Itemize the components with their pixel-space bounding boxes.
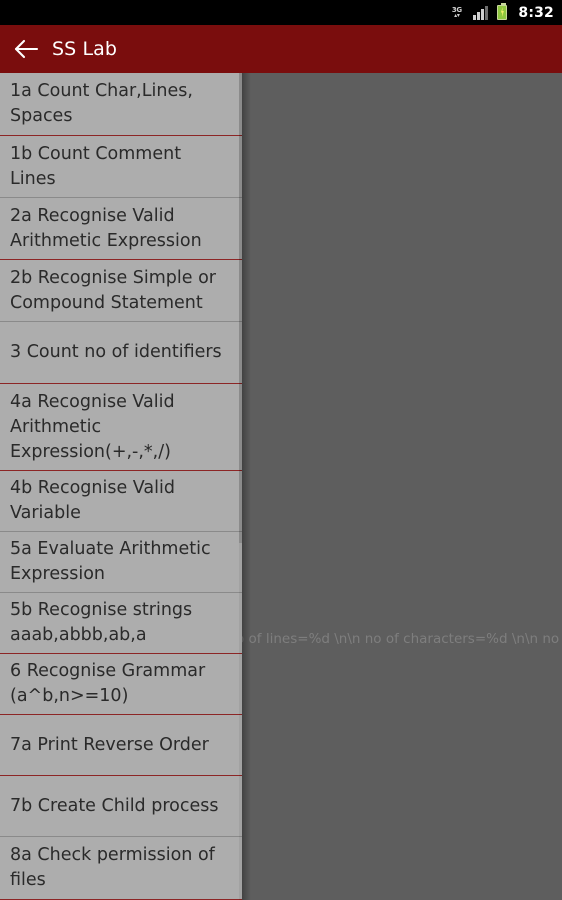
background-output-text: o of lines=%d \n\n no of characters=%d \… bbox=[236, 631, 560, 647]
drawer-item[interactable]: 5a Evaluate Arithmetic Expression bbox=[0, 532, 242, 592]
drawer-item-label: 8a Check permission of files bbox=[10, 845, 215, 890]
drawer-item-label: 1a Count Char,Lines, Spaces bbox=[10, 81, 193, 126]
drawer-item-label: 3 Count no of identifiers bbox=[10, 342, 222, 362]
drawer-item[interactable]: 6 Recognise Grammar (a^b,n>=10) bbox=[0, 654, 242, 714]
drawer-item[interactable]: 2a Recognise Valid Arithmetic Expression bbox=[0, 198, 242, 259]
drawer-item-label: 4b Recognise Valid Variable bbox=[10, 478, 175, 523]
drawer-item-label: 5b Recognise strings aaab,abbb,ab,a bbox=[10, 600, 193, 645]
drawer-item[interactable]: 1b Count Comment Lines bbox=[0, 136, 242, 197]
drawer-scrollbar-thumb[interactable] bbox=[239, 73, 242, 543]
drawer-item[interactable]: 5b Recognise strings aaab,abbb,ab,a bbox=[0, 593, 242, 653]
navigation-drawer[interactable]: 1a Count Char,Lines, Spaces 1b Count Comm… bbox=[0, 73, 242, 900]
drawer-item-label: 1b Count Comment Lines bbox=[10, 143, 182, 189]
drawer-item[interactable]: 4a Recognise Valid Arithmetic Expression… bbox=[0, 384, 242, 470]
drawer-item-label: 2a Recognise Valid Arithmetic Expression bbox=[10, 205, 202, 251]
drawer-scrollbar-track[interactable] bbox=[239, 73, 242, 900]
app-bar: SS Lab bbox=[0, 25, 562, 73]
drawer-item-list: 1a Count Char,Lines, Spaces 1b Count Comm… bbox=[0, 73, 242, 900]
page-title: SS Lab bbox=[52, 38, 118, 60]
drawer-item[interactable]: 1a Count Char,Lines, Spaces bbox=[0, 73, 242, 135]
status-bar-clock: 8:32 bbox=[518, 4, 554, 21]
drawer-item[interactable]: 4b Recognise Valid Variable bbox=[0, 471, 242, 531]
drawer-item[interactable]: 2b Recognise Simple or Compound Statemen… bbox=[0, 260, 242, 321]
drawer-item-label: 5a Evaluate Arithmetic Expression bbox=[10, 539, 211, 584]
drawer-item-label: 2b Recognise Simple or Compound Statemen… bbox=[10, 267, 217, 313]
signal-bars-icon bbox=[472, 5, 489, 20]
drawer-item[interactable]: 3 Count no of identifiers bbox=[0, 322, 242, 383]
drawer-item-label: 6 Recognise Grammar (a^b,n>=10) bbox=[10, 661, 206, 706]
drawer-item[interactable]: 8a Check permission of files bbox=[0, 837, 242, 899]
drawer-item[interactable]: 7b Create Child process bbox=[0, 776, 242, 836]
back-arrow-icon[interactable] bbox=[0, 25, 52, 73]
drawer-item-label: 7a Print Reverse Order bbox=[10, 734, 209, 755]
drawer-item-label: 7b Create Child process bbox=[10, 795, 219, 816]
drawer-item-label: 4a Recognise Valid Arithmetic Expression… bbox=[10, 391, 175, 462]
drawer-item[interactable]: 7a Print Reverse Order bbox=[0, 715, 242, 775]
mobile-data-icon: 3G ▴▾ bbox=[451, 5, 462, 19]
status-bar: 3G ▴▾ 8:32 bbox=[0, 0, 562, 25]
battery-icon bbox=[497, 2, 508, 20]
